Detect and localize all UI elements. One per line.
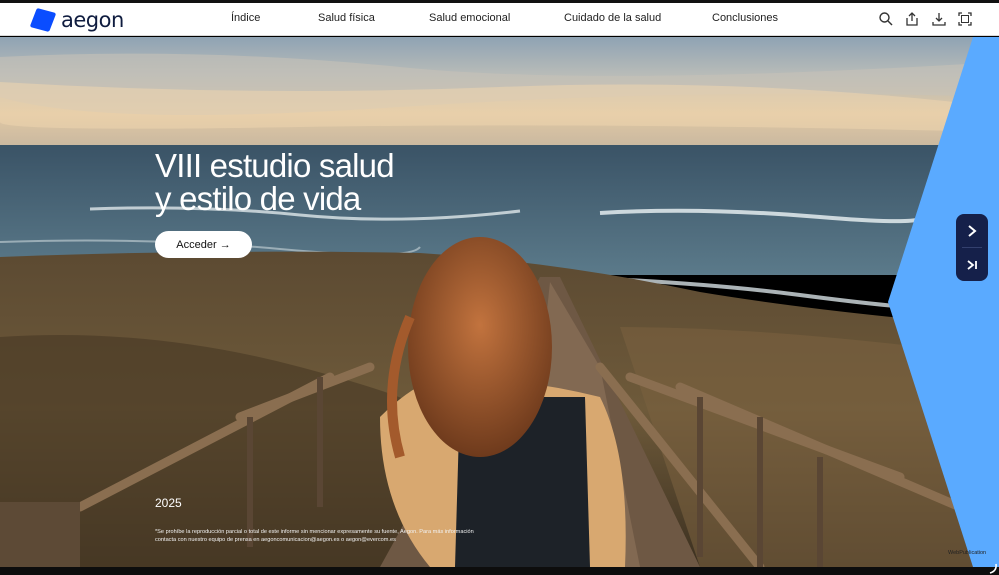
hero-banner: VIII estudio salud y estilo de vida Acce… xyxy=(0,37,999,567)
fullscreen-icon[interactable] xyxy=(957,11,973,27)
hero-title-line-1: VIII estudio salud xyxy=(155,147,395,184)
hero-title-line-2: y estilo de vida xyxy=(155,180,361,217)
aegon-logo[interactable]: aegon xyxy=(29,7,124,33)
brand-name: aegon xyxy=(61,8,124,32)
nav-item-cuidado-de-la-salud[interactable]: Cuidado de la salud xyxy=(564,12,661,24)
last-page-button[interactable] xyxy=(956,248,988,281)
bottom-bar xyxy=(0,567,999,575)
download-icon[interactable] xyxy=(931,11,947,27)
page-curl-icon[interactable] xyxy=(988,562,999,575)
search-icon[interactable] xyxy=(878,11,894,27)
nav-item-salud-fisica[interactable]: Salud física xyxy=(318,12,375,24)
acceder-button[interactable]: Acceder → xyxy=(155,231,252,258)
top-header: aegon Índice Salud física Salud emociona… xyxy=(0,3,999,36)
share-icon[interactable] xyxy=(904,11,920,27)
hero-background-image xyxy=(0,37,999,567)
copyright-disclaimer: *Se prohíbe la reproducción parcial o to… xyxy=(155,529,474,543)
edition-year: 2025 xyxy=(155,496,182,510)
page-navigation xyxy=(956,214,988,281)
webpublication-credit[interactable]: WebPublication xyxy=(948,550,986,556)
nav-item-conclusiones[interactable]: Conclusiones xyxy=(712,12,778,24)
accent-chevron-shape xyxy=(888,37,999,567)
nav-item-salud-emocional[interactable]: Salud emocional xyxy=(429,12,510,24)
chevron-right-icon xyxy=(968,224,977,237)
skip-to-end-icon xyxy=(967,259,977,270)
next-page-button[interactable] xyxy=(956,214,988,247)
nav-item-indice[interactable]: Índice xyxy=(231,12,260,24)
aegon-logo-mark xyxy=(29,8,57,32)
hero-title: VIII estudio salud y estilo de vida xyxy=(155,149,475,215)
